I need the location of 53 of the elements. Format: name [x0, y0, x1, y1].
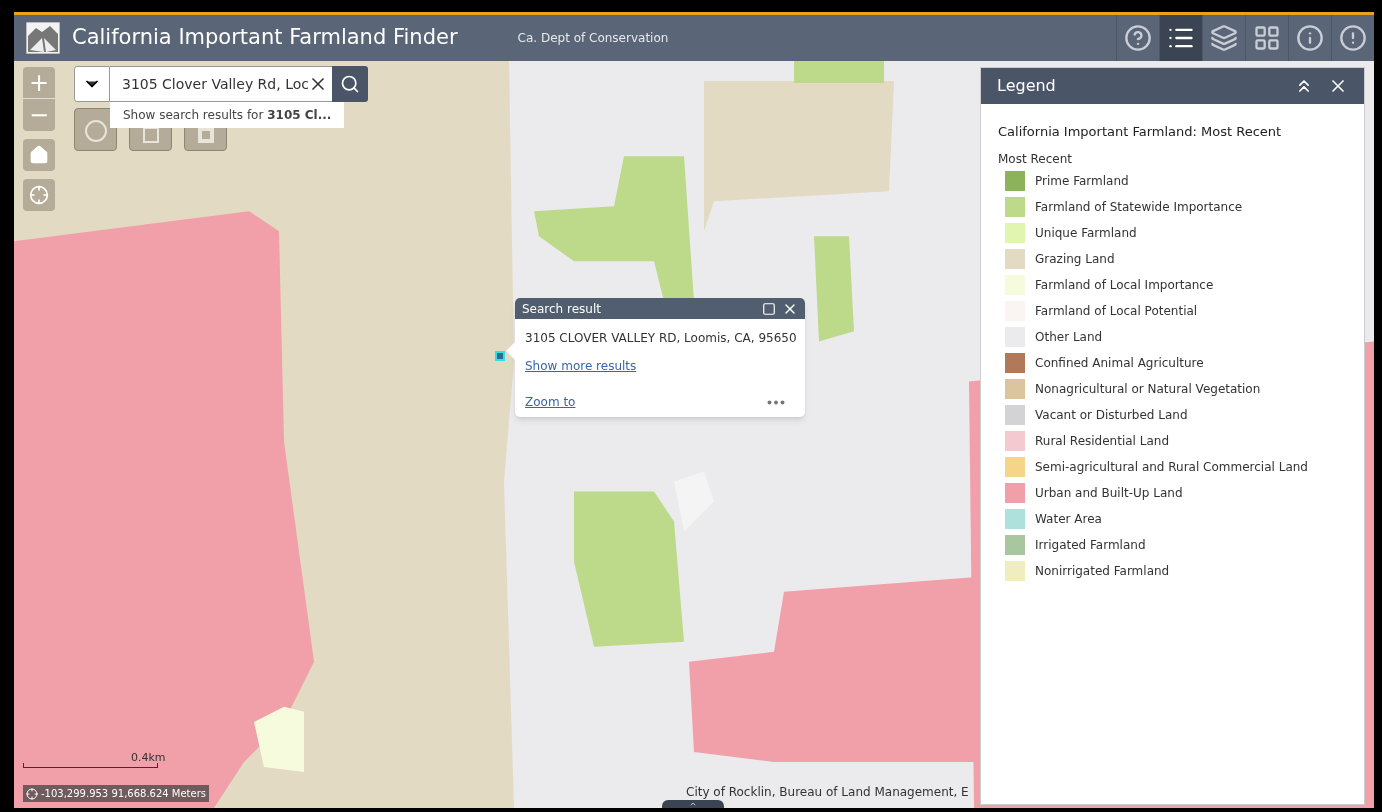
legend-label: Unique Farmland	[1035, 225, 1137, 242]
layer-title: California Important Farmland: Most Recent	[998, 123, 1283, 141]
legend-label: Prime Farmland	[1035, 173, 1129, 190]
dropdown-button[interactable]	[74, 66, 110, 102]
popup-title: Search result	[522, 300, 601, 318]
legend-title: Legend	[997, 75, 1056, 97]
legend-label: Farmland of Statewide Importance	[1035, 199, 1243, 216]
legend-label: Vacant or Disturbed Land	[1035, 407, 1188, 424]
help-icon	[1124, 24, 1152, 52]
search-button[interactable]	[332, 66, 368, 102]
legend-label: Semi-agricultural and Rural Commercial Land	[1035, 459, 1308, 476]
more-icon[interactable]	[767, 399, 785, 405]
legend-label: Farmland of Local Potential	[1035, 303, 1198, 320]
home-icon	[29, 145, 49, 165]
search-icon	[340, 74, 360, 94]
circle-icon	[83, 119, 108, 143]
info-icon	[1296, 24, 1324, 52]
search-suggestion-menu[interactable]: Show search results for 3105 Cl...	[110, 102, 345, 128]
panel-toggle-button[interactable]	[662, 800, 724, 808]
legend-label: Farmland of Local Importance	[1035, 277, 1214, 294]
attribution-text: City of Rocklin, Bureau of Land Management, E	[686, 785, 969, 799]
legend-label: Confined Animal Agriculture	[1035, 355, 1204, 372]
app-title: California Important Farmland Finder	[72, 24, 458, 52]
grid-icon	[1253, 24, 1281, 52]
zoom-to-link[interactable]: Zoom to	[525, 393, 576, 411]
show-more-link[interactable]: Show more results	[525, 357, 795, 375]
layers-icon	[1210, 24, 1238, 52]
group-label: Most Recent	[998, 150, 1073, 168]
crosshair-icon	[26, 787, 38, 800]
legend-label: Rural Residential Land	[1035, 433, 1169, 450]
scale-label: 0.4km	[131, 752, 166, 763]
legend-label: Water Area	[1035, 511, 1102, 528]
legend-label: Nonirrigated Farmland	[1035, 563, 1170, 580]
search-value: 3105 Clover Valley Rd, Loc	[122, 74, 308, 94]
logo-icon	[26, 22, 60, 54]
location-marker	[495, 351, 505, 361]
draw-tool-button[interactable]	[74, 108, 117, 151]
square-icon	[197, 127, 214, 143]
caret-up-icon	[689, 800, 697, 808]
legend-label: Irrigated Farmland	[1035, 537, 1146, 554]
maximize-icon	[762, 301, 776, 316]
search-field[interactable]: 3105 Clover Valley Rd, Loc	[110, 66, 332, 102]
square-icon	[142, 127, 159, 143]
toolbar-button[interactable]	[1159, 15, 1202, 61]
locate-icon	[29, 185, 49, 205]
coordinates-text: -103,299.953 91,668.624 Meters	[41, 787, 206, 801]
app-subtitle: Ca. Dept of Conservation	[517, 30, 669, 47]
exclamation-icon	[1339, 24, 1367, 52]
legend-label: Urban and Built-Up Land	[1035, 485, 1183, 502]
popup-address: 3105 CLOVER VALLEY RD, Loomis, CA, 95650	[525, 330, 795, 347]
legend-label: Nonagricultural or Natural Vegetation	[1035, 381, 1261, 398]
legend-label: Grazing Land	[1035, 251, 1115, 268]
legend-label: Other Land	[1035, 329, 1103, 346]
